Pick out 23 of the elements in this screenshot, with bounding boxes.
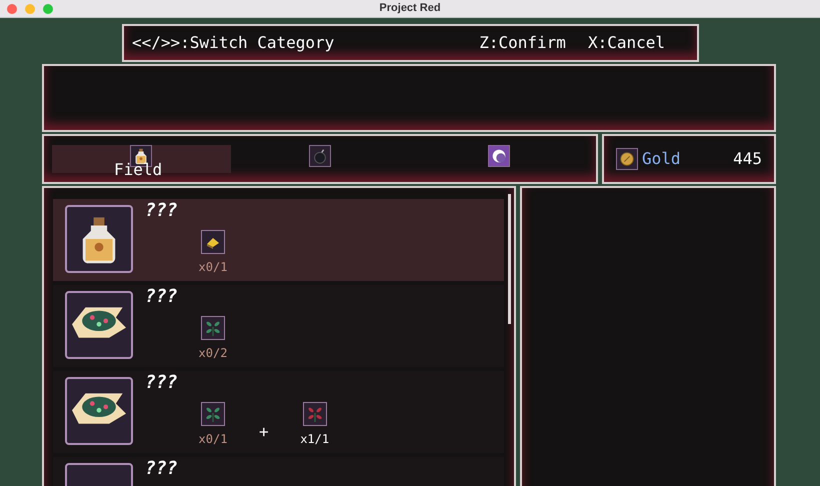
close-button[interactable] [7,4,17,14]
recipe-row[interactable]: ??? x0/1 [53,198,504,280]
cancel-hint: X:Cancel [588,32,665,54]
recipe-row[interactable]: ??? x0/1 + x1/1 [53,370,504,452]
recipe-name: ??? [145,200,179,222]
recipe-row[interactable]: ??? [53,456,504,486]
confirm-hint: Z:Confirm [479,32,566,54]
recipe-row[interactable]: ??? x0/2 [53,284,504,366]
ingredient-count: x0/1 [198,258,228,276]
recipe-name: ??? [145,286,179,308]
minimize-button[interactable] [25,4,35,14]
ingredient-count: x0/2 [198,344,228,362]
currency-label: Gold [642,148,681,170]
ingredient-count: x0/1 [198,430,228,448]
recipe-name: ??? [145,372,179,394]
ingredient-count: x1/1 [300,430,330,448]
zoom-button[interactable] [43,4,53,14]
currency-amount: 445 [733,148,762,170]
scrollbar[interactable] [508,194,511,324]
switch-hint: <</>>:Switch Category [132,32,334,54]
plus-sign: + [259,420,269,442]
recipe-name: ??? [145,458,179,480]
window-title: Project Red [379,1,441,16]
